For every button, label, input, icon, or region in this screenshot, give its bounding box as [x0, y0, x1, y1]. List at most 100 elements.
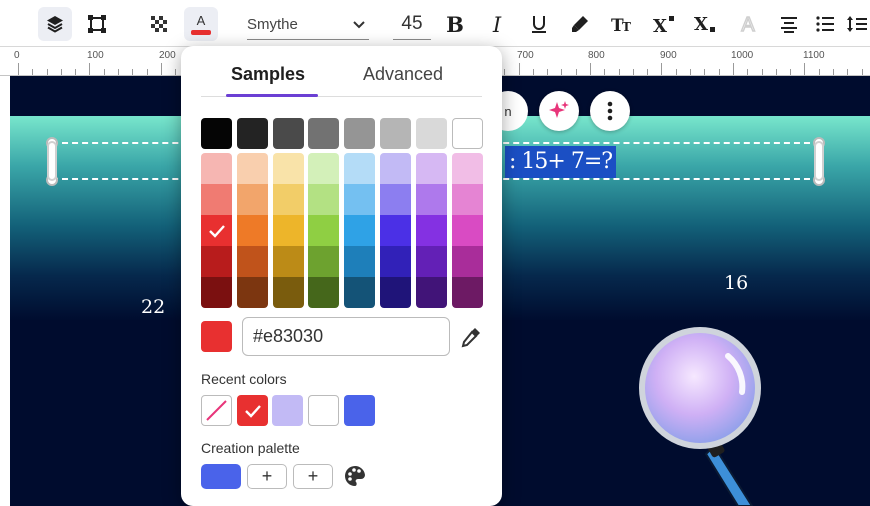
font-family-dropdown[interactable]: Smythe	[247, 10, 369, 40]
color-swatch[interactable]	[201, 215, 232, 246]
color-swatch[interactable]	[344, 118, 375, 149]
color-swatch[interactable]	[380, 184, 411, 215]
recent-color-swatch[interactable]	[344, 395, 375, 426]
color-swatch[interactable]	[237, 215, 268, 246]
svg-text:A: A	[197, 13, 206, 28]
color-swatch[interactable]	[416, 118, 447, 149]
color-swatch[interactable]	[201, 184, 232, 215]
color-swatch[interactable]	[237, 277, 268, 308]
color-swatch[interactable]	[237, 184, 268, 215]
subscript-button[interactable]: X	[688, 7, 722, 41]
text-effects-button[interactable]: A	[731, 7, 765, 41]
color-swatch[interactable]	[237, 246, 268, 277]
resize-handle-right[interactable]	[814, 141, 824, 181]
marker-icon	[572, 16, 588, 32]
more-options-button[interactable]	[590, 91, 630, 131]
crop-frame-icon	[88, 15, 106, 33]
highlight-button[interactable]	[563, 7, 597, 41]
color-swatch[interactable]	[273, 277, 304, 308]
superscript-icon: X	[653, 16, 674, 35]
superscript-button[interactable]: X	[647, 7, 681, 41]
color-swatch[interactable]	[416, 277, 447, 308]
color-swatch[interactable]	[452, 184, 483, 215]
color-swatch[interactable]	[308, 215, 339, 246]
ruler-tick	[604, 69, 605, 75]
add-palette-color-button[interactable]: +	[247, 464, 287, 489]
font-size-input[interactable]: 45	[393, 10, 431, 40]
palette-icon[interactable]	[344, 465, 366, 487]
magnifying-glass-icon[interactable]	[630, 322, 770, 506]
color-swatch[interactable]	[380, 215, 411, 246]
color-swatch[interactable]	[344, 184, 375, 215]
text-case-button[interactable]: TT	[605, 7, 639, 41]
ruler-tick	[161, 63, 162, 75]
color-picker-panel: Samples Advanced #e83030 Recent colors C…	[181, 46, 502, 506]
ruler-tick	[619, 69, 620, 75]
recent-color-swatch[interactable]	[237, 395, 268, 426]
underline-button[interactable]	[522, 7, 556, 41]
color-swatch[interactable]	[201, 277, 232, 308]
color-swatch[interactable]	[273, 184, 304, 215]
recent-color-swatch[interactable]	[272, 395, 303, 426]
color-swatch[interactable]	[273, 215, 304, 246]
ruler-tick	[175, 69, 176, 75]
hex-color-input[interactable]: #e83030	[242, 317, 450, 356]
svg-text:T: T	[622, 20, 631, 34]
color-swatch[interactable]	[380, 246, 411, 277]
color-swatch[interactable]	[452, 277, 483, 308]
color-swatch[interactable]	[416, 246, 447, 277]
tab-advanced[interactable]: Advanced	[363, 64, 443, 85]
color-swatch[interactable]	[201, 153, 232, 184]
italic-button[interactable]: I	[480, 7, 514, 41]
color-swatch[interactable]	[273, 153, 304, 184]
color-swatch[interactable]	[380, 277, 411, 308]
color-swatch[interactable]	[380, 153, 411, 184]
line-spacing-button[interactable]	[844, 7, 870, 41]
transform-button[interactable]	[80, 7, 114, 41]
color-swatch[interactable]	[452, 153, 483, 184]
layers-button[interactable]	[38, 7, 72, 41]
number-label-right[interactable]: 16	[724, 272, 748, 294]
color-swatch[interactable]	[344, 153, 375, 184]
color-swatch[interactable]	[416, 215, 447, 246]
color-swatch[interactable]	[237, 153, 268, 184]
color-swatch[interactable]	[308, 118, 339, 149]
transparency-button[interactable]	[142, 7, 176, 41]
color-swatch[interactable]	[308, 184, 339, 215]
ruler-tick	[75, 69, 76, 75]
color-swatch[interactable]	[273, 118, 304, 149]
selected-equation-text[interactable]: : 15+ 7=?	[505, 146, 617, 178]
color-swatch[interactable]	[308, 153, 339, 184]
magic-ai-button[interactable]	[539, 91, 579, 131]
color-swatch[interactable]	[308, 246, 339, 277]
color-swatch[interactable]	[201, 246, 232, 277]
color-swatch[interactable]	[380, 118, 411, 149]
color-swatch[interactable]	[273, 246, 304, 277]
color-swatch[interactable]	[452, 215, 483, 246]
add-palette-color-button[interactable]: +	[293, 464, 333, 489]
color-swatch[interactable]	[201, 118, 232, 149]
align-center-button[interactable]	[772, 7, 806, 41]
color-swatch[interactable]	[416, 153, 447, 184]
number-label-left[interactable]: 22	[141, 296, 165, 318]
palette-color-swatch[interactable]	[201, 464, 241, 489]
text-color-button[interactable]: A	[184, 7, 218, 41]
color-swatch[interactable]	[308, 277, 339, 308]
color-swatch[interactable]	[344, 277, 375, 308]
tab-samples[interactable]: Samples	[231, 64, 305, 85]
align-center-icon	[781, 17, 797, 33]
ruler-tick	[862, 69, 863, 75]
bullet-list-button[interactable]	[808, 7, 842, 41]
color-swatch[interactable]	[344, 246, 375, 277]
recent-color-none[interactable]	[201, 395, 232, 426]
bold-button[interactable]: B	[438, 7, 472, 41]
eyedropper-icon[interactable]	[460, 326, 482, 348]
color-swatch[interactable]	[416, 184, 447, 215]
color-swatch[interactable]	[237, 118, 268, 149]
color-swatch[interactable]	[452, 118, 483, 149]
resize-handle-left[interactable]	[47, 141, 57, 181]
recent-color-swatch[interactable]	[308, 395, 339, 426]
color-swatch[interactable]	[344, 215, 375, 246]
ruler-tick	[804, 63, 805, 75]
color-swatch[interactable]	[452, 246, 483, 277]
